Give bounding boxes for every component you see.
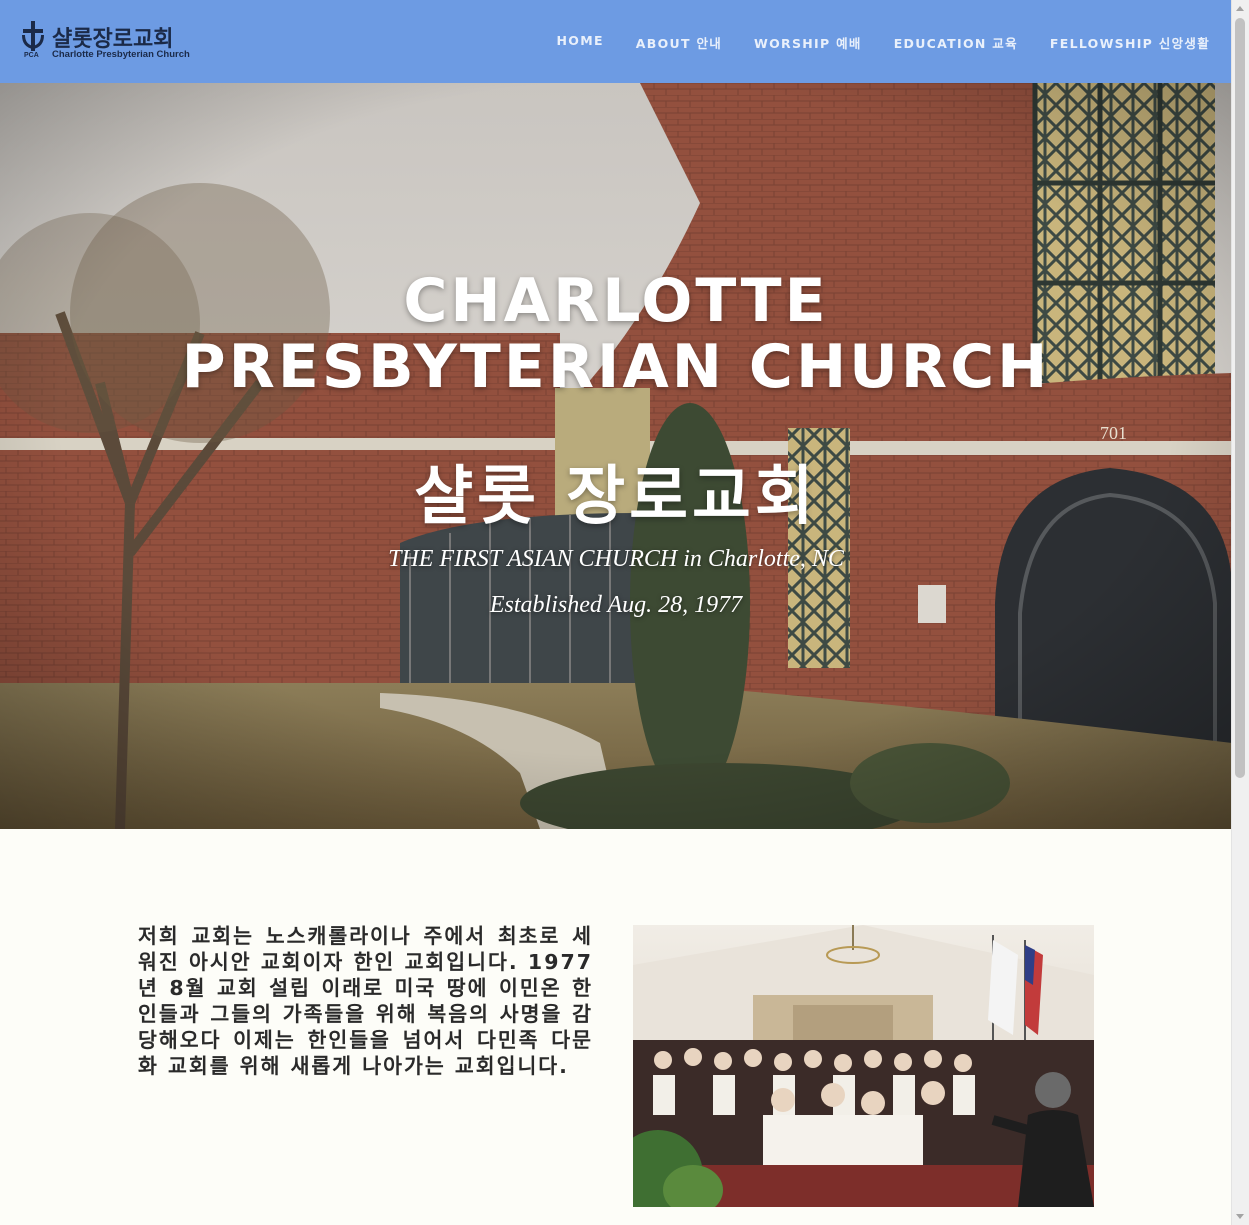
nav-about[interactable]: ABOUT 안내 bbox=[636, 33, 722, 52]
nav-home[interactable]: HOME bbox=[557, 33, 604, 52]
hero-text: CHARLOTTE PRESBYTERIAN CHURCH 샬롯 장로교회 TH… bbox=[0, 83, 1232, 829]
hero-banner: 701 CHARLOTTE PRESBYTERIAN CHURCH 샬롯 장로교… bbox=[0, 83, 1232, 829]
scroll-down-arrow-icon[interactable] bbox=[1236, 1214, 1244, 1219]
nav-fellowship[interactable]: FELLOWSHIP 신앙생활 bbox=[1050, 33, 1210, 52]
page-scrollbar[interactable] bbox=[1231, 0, 1249, 1225]
logo-pca-label: PCA bbox=[24, 52, 39, 59]
congregation-photo bbox=[633, 925, 1094, 1207]
site-logo[interactable]: PCA 샬롯장로교회 Charlotte Presbyterian Church bbox=[20, 21, 190, 63]
nav-worship[interactable]: WORSHIP 예배 bbox=[754, 33, 862, 52]
scroll-up-arrow-icon[interactable] bbox=[1236, 6, 1244, 11]
nav-education[interactable]: EDUCATION 교육 bbox=[894, 33, 1018, 52]
logo-english-name: Charlotte Presbyterian Church bbox=[52, 49, 190, 60]
hero-korean-title: 샬롯 장로교회 bbox=[414, 460, 818, 534]
hero-title-line1: CHARLOTTE bbox=[403, 266, 829, 336]
hero-subtitle: THE FIRST ASIAN CHURCH in Charlotte, NC bbox=[388, 546, 844, 572]
hero-established: Established Aug. 28, 1977 bbox=[489, 592, 743, 618]
main-nav: HOME ABOUT 안내 WORSHIP 예배 EDUCATION 교육 FE… bbox=[525, 33, 1210, 52]
hero-title: CHARLOTTE PRESBYTERIAN CHURCH bbox=[0, 268, 1232, 400]
site-header: PCA 샬롯장로교회 Charlotte Presbyterian Church… bbox=[0, 0, 1232, 83]
scrollbar-thumb[interactable] bbox=[1235, 18, 1245, 778]
congregation-photo-graphic bbox=[633, 925, 1094, 1207]
hero-title-line2: PRESBYTERIAN CHURCH bbox=[181, 332, 1051, 402]
intro-paragraph: 저희 교회는 노스캐롤라이나 주에서 최초로 세워진 아시안 교회이자 한인 교… bbox=[138, 924, 593, 1078]
